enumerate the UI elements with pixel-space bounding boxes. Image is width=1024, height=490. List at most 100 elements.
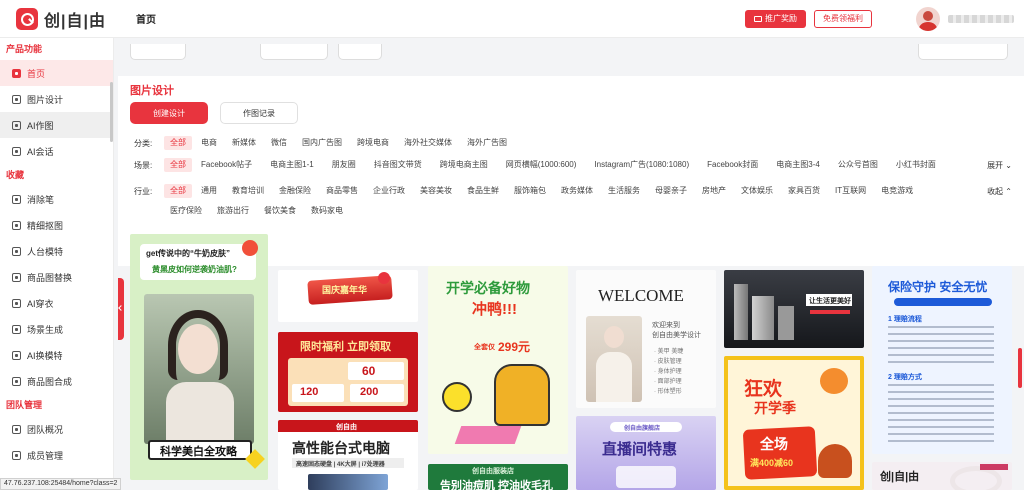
template-card[interactable]: 国庆嘉年华 <box>278 270 418 322</box>
chip[interactable]: 新媒体 <box>226 136 262 150</box>
model-photo <box>144 294 254 444</box>
chip[interactable]: 商品零售 <box>320 184 364 198</box>
sidebar-item-ai-dress[interactable]: AI穿衣 <box>0 290 113 316</box>
sidebar-item-product-compose[interactable]: 商品图合成 <box>0 368 113 394</box>
chip[interactable]: 母婴亲子 <box>649 184 693 198</box>
filter-label: 行业: <box>134 186 153 196</box>
chip[interactable]: 电竞游戏 <box>875 184 919 198</box>
collapse-toggle[interactable]: 收起 ⌃ <box>987 186 1012 197</box>
chip[interactable]: 生活服务 <box>602 184 646 198</box>
chip[interactable]: 跨境电商主图 <box>434 158 494 172</box>
card-deal: 满400减60 <box>750 458 794 468</box>
chip[interactable]: 家具百货 <box>782 184 826 198</box>
chip[interactable]: 电商主图1-1 <box>264 158 320 172</box>
promo-reward-button[interactable]: 推广奖励 <box>745 9 806 28</box>
chevron-down-icon: ⌄ <box>1005 161 1012 170</box>
chip[interactable]: 朋友圈 <box>326 158 362 172</box>
chip[interactable]: 通用 <box>195 184 223 198</box>
dress-shape <box>596 352 632 402</box>
chip[interactable]: Instagram广告(1080:1080) <box>588 158 695 172</box>
template-card[interactable]: 让生活更美好 <box>724 270 864 348</box>
chip[interactable]: 电商 <box>195 136 223 150</box>
chip[interactable]: 金融保险 <box>273 184 317 198</box>
card-title2: 开学季 <box>754 400 796 416</box>
chip[interactable]: 房地产 <box>696 184 732 198</box>
avatar[interactable] <box>916 6 940 31</box>
chip[interactable]: 公众号首图 <box>832 158 884 172</box>
coupon-value: 200 <box>360 386 379 398</box>
template-card[interactable]: 狂欢 开学季 全场 满400减60 <box>724 356 864 490</box>
chip[interactable]: 全部 <box>164 184 192 198</box>
chip[interactable]: 电商主图3-4 <box>770 158 826 172</box>
chip[interactable]: 旅游出行 <box>211 204 255 218</box>
lantern-icon <box>378 272 390 284</box>
sidebar-item-members[interactable]: 成员管理 <box>0 442 113 468</box>
sidebar-item-image-design[interactable]: 图片设计 <box>0 86 113 112</box>
ghost-tab[interactable] <box>260 44 328 60</box>
sidebar-item-team-overview[interactable]: 团队概况 <box>0 416 113 442</box>
page-scrollbar[interactable] <box>1018 348 1022 388</box>
template-card[interactable]: get传说中的“牛奶皮肤” 黄黑皮如何逆袭奶油肌? 科学美白全攻略 <box>130 234 268 480</box>
sidebar-item-mannequin[interactable]: 人台模特 <box>0 238 113 264</box>
card-brand: 创|自|由 <box>880 471 920 483</box>
chip[interactable]: Facebook封面 <box>701 158 764 172</box>
card-sign: 让生活更美好 <box>809 298 851 305</box>
chip[interactable]: 全部 <box>164 136 192 150</box>
ghost-tab[interactable] <box>338 44 382 60</box>
chip[interactable]: 网页横幅(1000:600) <box>500 158 583 172</box>
sidebar-item-label: 场景生成 <box>27 324 64 335</box>
status-bar-url: 47.76.237.108:25484/home?class=2 <box>0 478 122 490</box>
sidebar-item-label: 团队概况 <box>27 424 64 435</box>
sidebar-item-ai-model-swap[interactable]: AI换模特 <box>0 342 113 368</box>
chip[interactable]: Facebook帖子 <box>195 158 258 172</box>
sidebar-item-eraser[interactable]: 消除笔 <box>0 186 113 212</box>
panel-title: 图片设计 <box>130 85 174 97</box>
chip[interactable]: 教育培训 <box>226 184 270 198</box>
ghost-tab[interactable] <box>130 44 186 60</box>
chip[interactable]: 医疗保险 <box>164 204 208 218</box>
chip[interactable]: 企业行政 <box>367 184 411 198</box>
sidebar-item-home[interactable]: 首页 <box>0 60 113 86</box>
sidebar-item-ai-draw[interactable]: AI作图 <box>0 112 113 138</box>
chip[interactable]: 海外广告图 <box>461 136 513 150</box>
chip[interactable]: 跨境电商 <box>351 136 395 150</box>
ghost-tab[interactable] <box>918 44 1008 60</box>
template-card[interactable]: WELCOME 欢迎来到 创自由美学设计 · 美甲 美睫 · 皮肤管理 · 身体… <box>576 270 716 408</box>
sidebar-item-product-replace[interactable]: 商品图替换 <box>0 264 113 290</box>
chip[interactable]: 服饰箱包 <box>508 184 552 198</box>
template-card[interactable]: 开学必备好物 冲鸭!!! 全套仅 299元 <box>428 266 568 454</box>
template-card[interactable]: 创自由 高性能台式电脑 高速固态硬盘 | 4K大屏 | i7处理器 <box>278 420 418 490</box>
username-blurred[interactable] <box>948 14 1014 23</box>
chip[interactable]: 政务媒体 <box>555 184 599 198</box>
chip[interactable]: 美容美妆 <box>414 184 458 198</box>
chip[interactable]: 国内广告图 <box>296 136 348 150</box>
chip[interactable]: 文体娱乐 <box>735 184 779 198</box>
logo[interactable]: 创|自|由 <box>16 7 126 31</box>
chip[interactable]: 抖音图文带货 <box>368 158 428 172</box>
design-records-button[interactable]: 作图记录 <box>220 102 298 124</box>
template-card[interactable]: 创自由服装店 告别油痘肌 控油收毛孔 <box>428 464 568 490</box>
sidebar-item-scene-gen[interactable]: 场景生成 <box>0 316 113 342</box>
chip[interactable]: 食品生鲜 <box>461 184 505 198</box>
expand-toggle[interactable]: 展开 ⌄ <box>987 160 1012 171</box>
template-card[interactable]: 创|自|由 <box>872 462 1012 490</box>
collapse-sidebar-tab[interactable] <box>118 278 124 340</box>
chip[interactable]: 数码家电 <box>305 204 349 218</box>
sidebar-item-cutout[interactable]: 精细抠图 <box>0 212 113 238</box>
chip[interactable]: 小红书封面 <box>890 158 942 172</box>
logo-icon <box>16 7 38 30</box>
home-link[interactable]: 首页 <box>136 11 156 26</box>
filter-industry-row2: 医疗保险 旅游出行 餐饮美食 数码家电 <box>164 204 352 218</box>
free-gift-button[interactable]: 免费领福利 <box>814 9 872 28</box>
chip[interactable]: 海外社交媒体 <box>398 136 458 150</box>
chip[interactable]: 餐饮美食 <box>258 204 302 218</box>
template-card[interactable]: 创自由旗舰店 直播间特惠 <box>576 416 716 490</box>
chip[interactable]: IT互联网 <box>829 184 872 198</box>
create-design-button[interactable]: 创建设计 <box>130 102 208 124</box>
template-card[interactable]: 保险守护 安全无忧 1 理赔流程 2 理赔方式 <box>872 266 1012 454</box>
sidebar-scrollbar[interactable] <box>110 82 113 142</box>
chip[interactable]: 全部 <box>164 158 192 172</box>
sidebar-item-ai-chat[interactable]: AI会话 <box>0 138 113 164</box>
chip[interactable]: 微信 <box>265 136 293 150</box>
template-card[interactable]: 限时福利 立即领取 60 120 200 <box>278 332 418 412</box>
